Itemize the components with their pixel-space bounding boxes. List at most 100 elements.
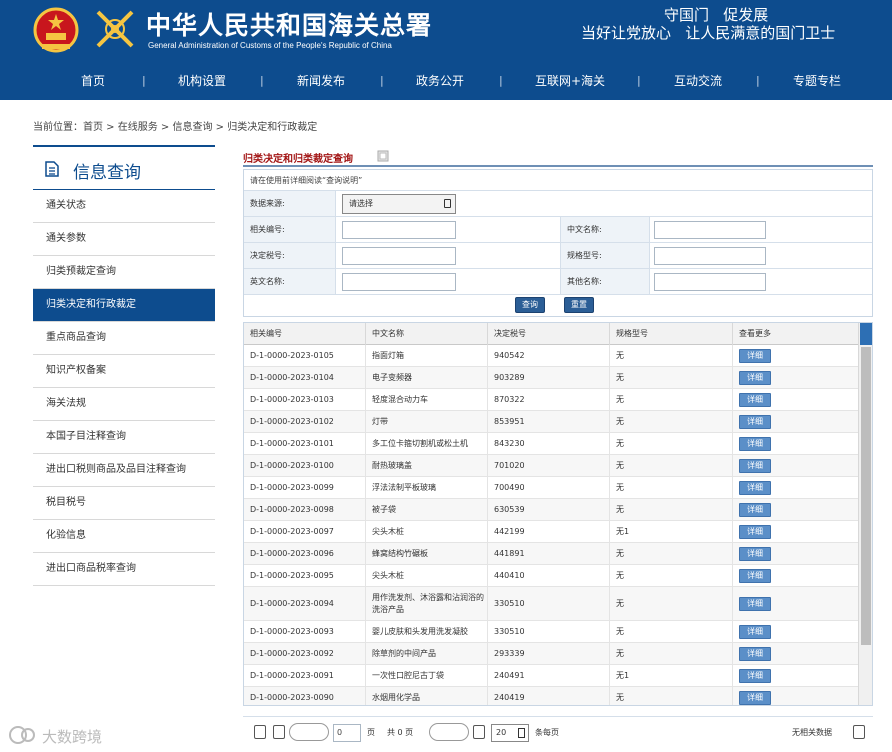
prev-page-icon[interactable] <box>273 725 285 739</box>
sidebar-item-pre-ruling[interactable]: 归类预裁定查询 <box>33 256 215 289</box>
sidebar-item-lab-info[interactable]: 化验信息 <box>33 520 215 553</box>
detail-button[interactable]: 详细 <box>739 414 771 429</box>
sidebar-item-key-goods[interactable]: 重点商品查询 <box>33 322 215 355</box>
detail-button[interactable]: 详细 <box>739 502 771 517</box>
cell-spec: 无 <box>610 543 733 564</box>
cell-no: D-1-0000-2023-0103 <box>244 389 366 410</box>
source-select[interactable]: 请选择 <box>342 194 456 214</box>
scroll-up-button[interactable] <box>860 323 872 345</box>
prev-page-button[interactable] <box>289 723 329 741</box>
cell-name: 一次性口腔尼古丁袋 <box>366 665 488 686</box>
cell-no: D-1-0000-2023-0092 <box>244 643 366 664</box>
refresh-icon[interactable] <box>853 725 865 739</box>
table-scrollbar[interactable] <box>858 323 872 705</box>
cell-tax: 630539 <box>488 499 610 520</box>
cell-no: D-1-0000-2023-0098 <box>244 499 366 520</box>
reset-button[interactable]: 重置 <box>564 297 594 313</box>
cell-name: 被子袋 <box>366 499 488 520</box>
cn-name-input[interactable] <box>654 221 766 239</box>
cell-tax: 240491 <box>488 665 610 686</box>
other-name-input[interactable] <box>654 273 766 291</box>
last-page-icon[interactable] <box>473 725 485 739</box>
detail-button[interactable]: 详细 <box>739 624 771 639</box>
dropdown-icon <box>518 728 525 738</box>
document-icon <box>45 161 59 177</box>
sidebar-item-clearance-status[interactable]: 通关状态 <box>33 190 215 223</box>
cell-no: D-1-0000-2023-0094 <box>244 587 366 620</box>
cell-no: D-1-0000-2023-0097 <box>244 521 366 542</box>
detail-button[interactable]: 详细 <box>739 458 771 473</box>
first-page-icon[interactable] <box>254 725 266 739</box>
en-name-input[interactable] <box>342 273 456 291</box>
table-row: D-1-0000-2023-0103 轻度混合动力车 870322 无详细 <box>244 389 858 411</box>
detail-button[interactable]: 详细 <box>739 480 771 495</box>
table-row: D-1-0000-2023-0102 灯带 853951 无详细 <box>244 411 858 433</box>
table-row: D-1-0000-2023-0104 电子变频器 903289 无详细 <box>244 367 858 389</box>
detail-button[interactable]: 详细 <box>739 646 771 661</box>
detail-button[interactable]: 详细 <box>739 370 771 385</box>
cell-name: 耐热玻璃盖 <box>366 455 488 476</box>
slogan-line-2: 当好让党放心 让人民满意的国门卫士 <box>581 24 836 42</box>
cell-name: 尖头木桩 <box>366 565 488 586</box>
table-row: D-1-0000-2023-0093 婴儿皮肤和头发用洗发凝胶 330510 无详细 <box>244 621 858 643</box>
nav-separator: | <box>260 74 264 87</box>
table-row: D-1-0000-2023-0100 耐热玻璃盖 701020 无详细 <box>244 455 858 477</box>
cell-more: 详细 <box>733 477 858 498</box>
detail-button[interactable]: 详细 <box>739 436 771 451</box>
detail-button[interactable]: 详细 <box>739 348 771 363</box>
nav-item-organization[interactable]: 机构设置 <box>178 72 226 89</box>
source-select-value: 请选择 <box>349 199 373 208</box>
sidebar-item-tariff-numbers[interactable]: 税目税号 <box>33 487 215 520</box>
decision-tax-no-input[interactable] <box>342 247 456 265</box>
detail-button[interactable]: 详细 <box>739 524 771 539</box>
sidebar-item-tax-rates[interactable]: 进出口商品税率查询 <box>33 553 215 586</box>
related-no-input[interactable] <box>342 221 456 239</box>
title-divider <box>243 165 873 167</box>
page-size-select[interactable]: 20 <box>491 724 529 742</box>
cell-spec: 无1 <box>610 521 733 542</box>
table-row: D-1-0000-2023-0097 尖头木桩 442199 无1 详细 <box>244 521 858 543</box>
spec-model-input[interactable] <box>654 247 766 265</box>
nav-item-internet-customs[interactable]: 互联网+海关 <box>535 72 605 89</box>
cell-more: 详细 <box>733 499 858 520</box>
next-page-button[interactable] <box>429 723 469 741</box>
cell-spec: 无 <box>610 345 733 366</box>
breadcrumb: 当前位置：首页 > 在线服务 > 信息查询 > 归类决定和行政裁定 <box>33 122 318 133</box>
detail-button[interactable]: 详细 <box>739 668 771 683</box>
sidebar-item-subheading-notes[interactable]: 本国子目注释查询 <box>33 421 215 454</box>
nav-item-special-topics[interactable]: 专题专栏 <box>793 72 841 89</box>
detail-button[interactable]: 详细 <box>739 596 771 611</box>
nav-item-interaction[interactable]: 互动交流 <box>674 72 722 89</box>
nav-separator: | <box>637 74 641 87</box>
detail-button[interactable]: 详细 <box>739 392 771 407</box>
cell-tax: 853951 <box>488 411 610 432</box>
results-table: 相关编号 中文名称 决定税号 规格型号 查看更多 D-1-0000-2023-0… <box>243 322 873 706</box>
cell-more: 详细 <box>733 411 858 432</box>
page-number-input[interactable]: 0 <box>333 724 361 742</box>
detail-button[interactable]: 详细 <box>739 690 771 705</box>
detail-button[interactable]: 详细 <box>739 546 771 561</box>
nav-item-news[interactable]: 新闻发布 <box>297 72 345 89</box>
cell-name: 尖头木桩 <box>366 521 488 542</box>
scroll-thumb[interactable] <box>861 347 871 645</box>
sidebar-item-ip-filing[interactable]: 知识产权备案 <box>33 355 215 388</box>
sidebar-item-classification-decisions[interactable]: 归类决定和行政裁定 <box>33 289 215 322</box>
sidebar-item-customs-regulations[interactable]: 海关法规 <box>33 388 215 421</box>
cell-more: 详细 <box>733 587 858 620</box>
nav-item-home[interactable]: 首页 <box>81 72 105 89</box>
cell-name: 指面灯箱 <box>366 345 488 366</box>
pagination: 0 页 共 0 页 20 条每页 无相关数据 <box>243 716 873 746</box>
cell-no: D-1-0000-2023-0096 <box>244 543 366 564</box>
search-button[interactable]: 查询 <box>515 297 545 313</box>
sidebar-item-tariff-notes[interactable]: 进出口税则商品及品目注释查询 <box>33 454 215 487</box>
table-row: D-1-0000-2023-0090 水烟用化学品 240419 无详细 <box>244 687 858 705</box>
table-row: D-1-0000-2023-0101 多工位卡箍切割机或松土机 843230 无详细 <box>244 433 858 455</box>
cell-tax: 940542 <box>488 345 610 366</box>
nav-item-government-affairs[interactable]: 政务公开 <box>416 72 464 89</box>
table-row: D-1-0000-2023-0094 用作洗发剂、沐浴露和沾润浴的洗浴产品 3305… <box>244 587 858 621</box>
cell-spec: 无 <box>610 621 733 642</box>
sidebar-item-clearance-params[interactable]: 通关参数 <box>33 223 215 256</box>
detail-button[interactable]: 详细 <box>739 568 771 583</box>
table-row: D-1-0000-2023-0095 尖头木桩 440410 无详细 <box>244 565 858 587</box>
nav-separator: | <box>142 74 146 87</box>
